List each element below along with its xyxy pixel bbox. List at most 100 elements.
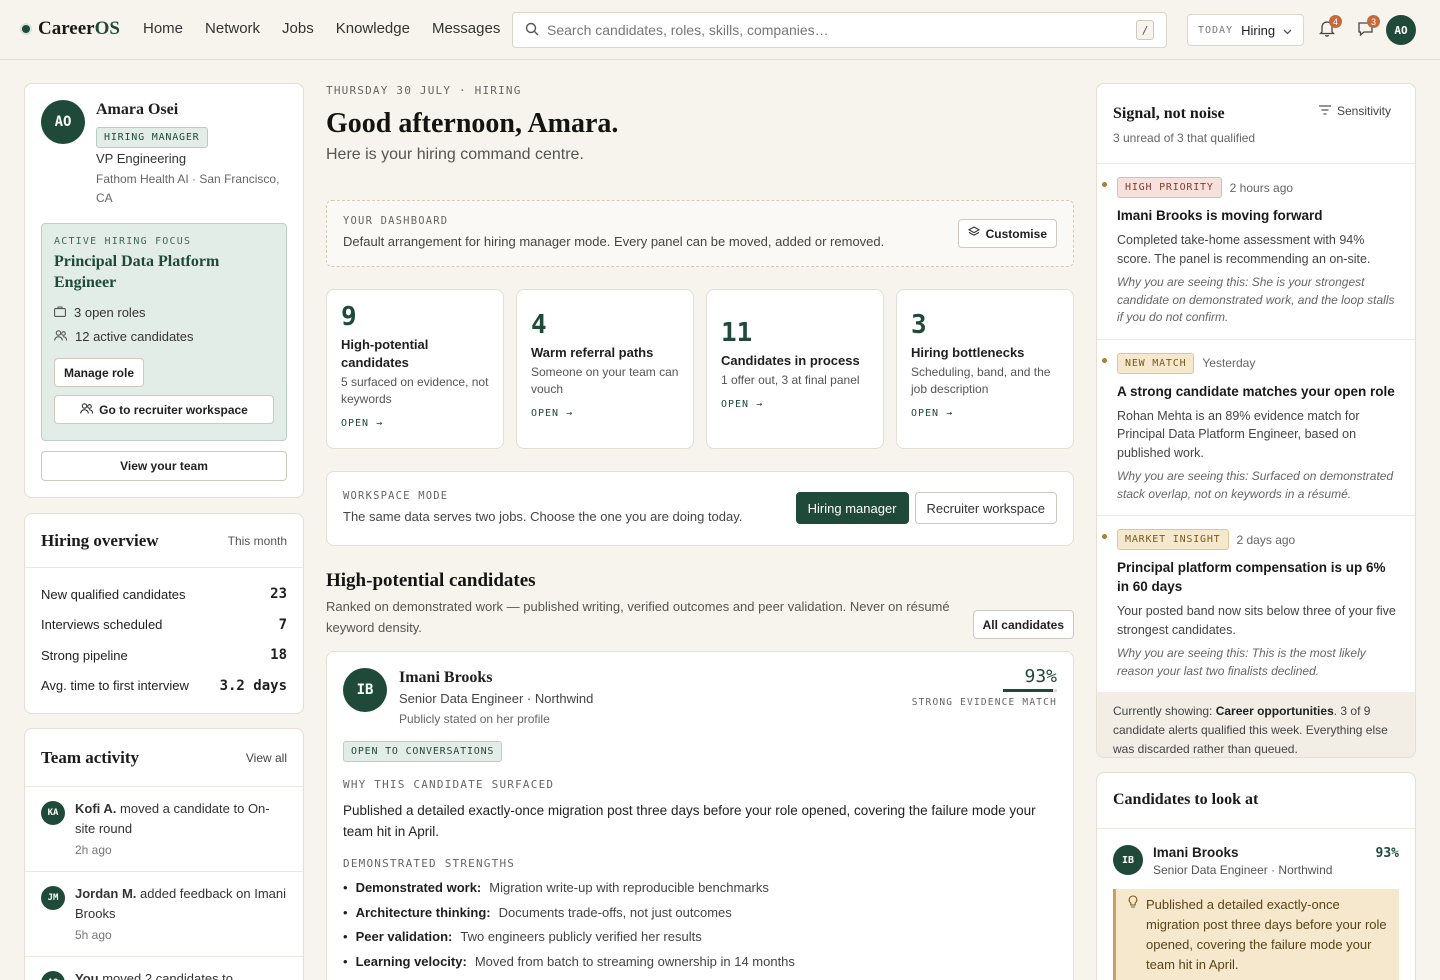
candidate-avatar: IB	[343, 668, 387, 712]
stat-label: New qualified candidates	[41, 586, 186, 602]
strengths-label: DEMONSTRATED STRENGTHS	[343, 857, 516, 870]
search-input[interactable]	[547, 22, 1136, 38]
search-icon	[525, 22, 539, 39]
metric-open-link[interactable]: OPEN →	[341, 418, 489, 429]
logo-text: CareerOS	[38, 18, 120, 39]
dashboard-label: YOUR DASHBOARD	[343, 215, 449, 227]
activity-item[interactable]: AO You moved 2 candidates to	[25, 957, 303, 980]
open-roles-text: 3 open roles	[74, 305, 146, 320]
unread-dot	[1102, 534, 1107, 539]
overview-title: Hiring overview	[41, 530, 159, 550]
top-bar: CareerOS Home Network Jobs Knowledge Mes…	[0, 0, 1440, 60]
briefcase-icon	[54, 305, 66, 320]
signals-header: Signal, not noise 3 unread of 3 that qua…	[1097, 84, 1415, 164]
customise-button[interactable]: Customise	[957, 219, 1057, 248]
messages-button[interactable]: 3	[1353, 15, 1380, 42]
hiring-overview-card: Hiring overview This month New qualified…	[24, 513, 304, 714]
look-candidate-row[interactable]: IB Imani Brooks Senior Data Engineer · N…	[1097, 829, 1415, 885]
nav-network[interactable]: Network	[205, 20, 260, 37]
strengths-list: • Demonstrated work: Migration write-up wi…	[343, 876, 1057, 974]
date-line: THURSDAY 30 JULY · HIRING	[326, 84, 522, 97]
mode-select-value: Hiring	[1241, 22, 1276, 38]
metric-open-link[interactable]: OPEN →	[531, 408, 679, 419]
look-candidate-role: Senior Data Engineer · Northwind	[1153, 863, 1333, 877]
activity-item[interactable]: JM Jordan M. added feedback on Imani Bro…	[25, 872, 303, 957]
metric-card-in-process[interactable]: 11 Candidates in process 1 offer out, 3 …	[706, 289, 884, 449]
stat-label: Strong pipeline	[41, 647, 128, 663]
page-header: THURSDAY 30 JULY · HIRING Good afternoon…	[326, 84, 618, 164]
dashboard-text: Default arrangement for hiring manager m…	[343, 234, 885, 249]
candidate-card[interactable]: IB Imani Brooks Senior Data Engineer · N…	[326, 651, 1074, 980]
nav-messages[interactable]: Messages	[432, 20, 500, 37]
signal-title: A strong candidate matches your open rol…	[1117, 383, 1395, 399]
metric-card-high-potential[interactable]: 9 High-potential candidates 5 surfaced o…	[326, 289, 504, 449]
metric-open-link[interactable]: OPEN →	[721, 399, 869, 410]
metric-open-link[interactable]: OPEN →	[911, 408, 1059, 419]
metric-subtitle: 1 offer out, 3 at final panel	[721, 373, 860, 387]
metric-title: Warm referral paths	[531, 345, 654, 360]
user-avatar[interactable]: AO	[1386, 15, 1416, 45]
metric-title: High-potential candidates	[341, 337, 429, 370]
metric-number: 4	[531, 310, 547, 340]
lightbulb-icon	[1128, 895, 1138, 975]
metric-title: Hiring bottlenecks	[911, 345, 1025, 360]
signal-time: 2 days ago	[1236, 532, 1296, 547]
section-title: High-potential candidates	[326, 570, 536, 591]
signal-time: 2 hours ago	[1229, 180, 1294, 195]
match-tag: NEW MATCH	[1117, 352, 1195, 374]
stat-value: 7	[278, 616, 287, 633]
signal-item[interactable]: HIGH PRIORITY 2 hours ago Imani Brooks i…	[1097, 164, 1415, 340]
candidate-name[interactable]: Imani Brooks	[399, 669, 593, 687]
hiring-manager-mode-button[interactable]: Hiring manager	[795, 492, 909, 524]
manage-role-button[interactable]: Manage role	[54, 358, 145, 387]
workspace-mode-panel: WORKSPACE MODE The same data serves two …	[326, 471, 1074, 546]
nav-jobs[interactable]: Jobs	[282, 20, 314, 37]
activity-header: Team activity View all	[25, 729, 303, 787]
stat-label: Avg. time to first interview	[41, 678, 189, 694]
strength-item: • Demonstrated work: Migration write-up wi…	[343, 880, 769, 895]
stat-row: Interviews scheduled 7	[25, 610, 303, 641]
view-team-button[interactable]: View your team	[41, 451, 287, 481]
signal-body: Rohan Mehta is an 89% evidence match for…	[1117, 408, 1360, 460]
sensitivity-button[interactable]: Sensitivity	[1318, 104, 1391, 118]
strength-item: • Architecture thinking: Documents trade-o…	[343, 904, 732, 920]
activity-text: Jordan M. added feedback on Imani Brooks	[75, 886, 287, 921]
search-bar[interactable]: /	[512, 12, 1167, 48]
signal-item[interactable]: NEW MATCH Yesterday A strong candidate m…	[1097, 340, 1415, 516]
match-score: 93% STRONG EVIDENCE MATCH	[912, 666, 1057, 708]
stat-row: Strong pipeline 18	[25, 640, 303, 671]
all-candidates-button[interactable]: All candidates	[972, 610, 1074, 639]
recruiter-mode-button[interactable]: Recruiter workspace	[914, 492, 1057, 524]
look-callout-text: Published a detailed exactly-once migrat…	[1146, 897, 1387, 972]
logo[interactable]: CareerOS	[22, 18, 120, 40]
unread-dot	[1102, 182, 1107, 187]
priority-tag: HIGH PRIORITY	[1117, 177, 1222, 198]
signal-item[interactable]: MARKET INSIGHT 2 days ago Principal plat…	[1097, 516, 1415, 692]
notification-count-badge: 4	[1329, 15, 1342, 28]
nav-home[interactable]: Home	[143, 20, 183, 37]
signal-body: Your posted band now sits below three of…	[1117, 604, 1396, 637]
activity-item[interactable]: KA Kofi A. moved a candidate to On-site …	[25, 787, 303, 872]
signal-reason: Why you are seeing this: This is the mos…	[1117, 646, 1366, 678]
nav-knowledge[interactable]: Knowledge	[336, 20, 410, 37]
sensitivity-label: Sensitivity	[1336, 104, 1391, 118]
signals-subtitle: 3 unread of 3 that qualified	[1113, 131, 1256, 145]
look-title: Candidates to look at	[1113, 791, 1259, 808]
metric-card-bottlenecks[interactable]: 3 Hiring bottlenecks Scheduling, band, a…	[896, 289, 1074, 449]
stat-value: 18	[270, 647, 287, 664]
notifications-button[interactable]: 4	[1315, 15, 1342, 42]
message-count-badge: 3	[1367, 15, 1380, 28]
recruiter-workspace-button[interactable]: Go to recruiter workspace	[54, 395, 274, 424]
metric-number: 9	[341, 302, 357, 332]
view-all-link[interactable]: View all	[246, 751, 287, 765]
mode-select-label: TODAY	[1198, 24, 1234, 36]
mode-select[interactable]: TODAY Hiring	[1187, 14, 1304, 46]
metric-card-referrals[interactable]: 4 Warm referral paths Someone on your te…	[516, 289, 694, 449]
candidates-to-look-at-card: Candidates to look at IB Imani Brooks Se…	[1096, 772, 1416, 980]
profile-avatar: AO	[41, 100, 85, 144]
insight-tag: MARKET INSIGHT	[1117, 529, 1229, 550]
main-nav: Home Network Jobs Knowledge Messages	[143, 20, 500, 37]
search-shortcut-key: /	[1136, 20, 1154, 40]
overview-period[interactable]: This month	[228, 534, 287, 548]
metric-subtitle: Scheduling, band, and the job descriptio…	[911, 365, 1051, 396]
